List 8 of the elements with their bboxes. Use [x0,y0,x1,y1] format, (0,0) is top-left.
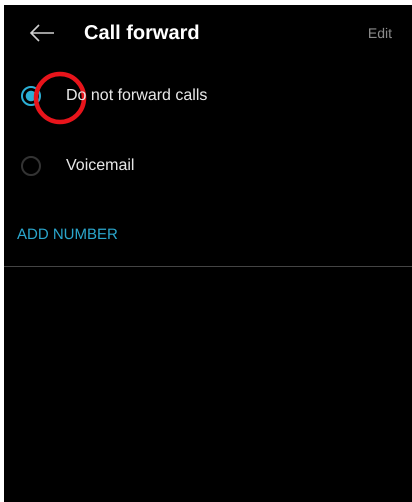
annotation-circle [33,71,87,125]
back-icon[interactable] [29,24,55,42]
screen-title: Call forward [84,22,201,44]
edit-button[interactable]: Edit [368,25,392,41]
radio-button[interactable] [21,156,41,176]
add-number-link[interactable]: ADD NUMBER [17,219,118,249]
option-label: Voicemail [66,157,134,175]
radio-option[interactable]: Voicemail [4,131,412,201]
